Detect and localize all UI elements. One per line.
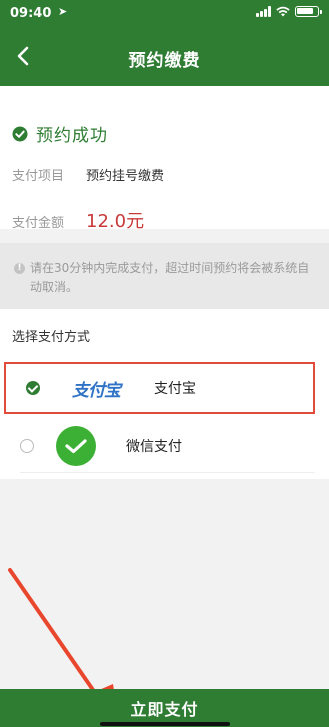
header-bar: 09:40 ➤ 预约缴费 [0,0,329,83]
header-divider [0,83,329,97]
radio-selected-icon[interactable] [26,381,40,395]
status-bar: 09:40 ➤ [0,0,329,28]
payment-option-alipay[interactable]: 支付宝 支付宝 [4,362,315,414]
signal-icon [256,6,271,17]
alipay-logo-text: 支付宝 [72,380,121,401]
notice-content: ! 请在30分钟内完成支付，超过时间预约将会被系统自动取消。 [14,259,315,297]
detail-row-item: 支付项目 预约挂号缴费 [12,165,164,184]
status-indicators [256,6,322,17]
payment-option-label: 支付宝 [154,381,196,397]
wechat-logo-icon [56,425,96,466]
detail-label: 支付项目 [12,169,65,184]
payment-option-wechat[interactable]: 微信支付 [20,419,315,473]
success-status: 预约成功 [36,126,108,146]
home-indicator [100,722,230,726]
page-title: 预约缴费 [128,51,201,71]
alipay-logo: 支付宝 [56,373,136,403]
amount-value: 12.0元 [86,211,145,232]
result-card: 预约成功 支付项目 预约挂号缴费 支付金额 12.0元 [0,97,329,232]
detail-value: 预约挂号缴费 [86,169,165,184]
radio-unselected-icon[interactable] [20,438,34,453]
wifi-icon [276,6,290,17]
payment-heading: 选择支付方式 [12,330,91,345]
info-icon: ! [14,263,25,274]
payment-option-label: 微信支付 [126,438,182,455]
status-time: 09:40 [10,6,52,21]
payment-method-section: 选择支付方式 支付宝 支付宝 微信支付 [0,309,329,479]
notice-text: 请在30分钟内完成支付，超过时间预约将会被系统自动取消。 [30,261,310,294]
success-check-icon [12,126,28,141]
detail-label: 支付金额 [12,216,65,231]
success-row: 预约成功 [12,121,108,146]
timeout-notice: ! 请在30分钟内完成支付，超过时间预约将会被系统自动取消。 [0,243,329,309]
detail-row-amount: 支付金额 12.0元 [12,207,144,233]
battery-icon [295,6,322,17]
location-arrow-icon: ➤ [58,5,68,18]
